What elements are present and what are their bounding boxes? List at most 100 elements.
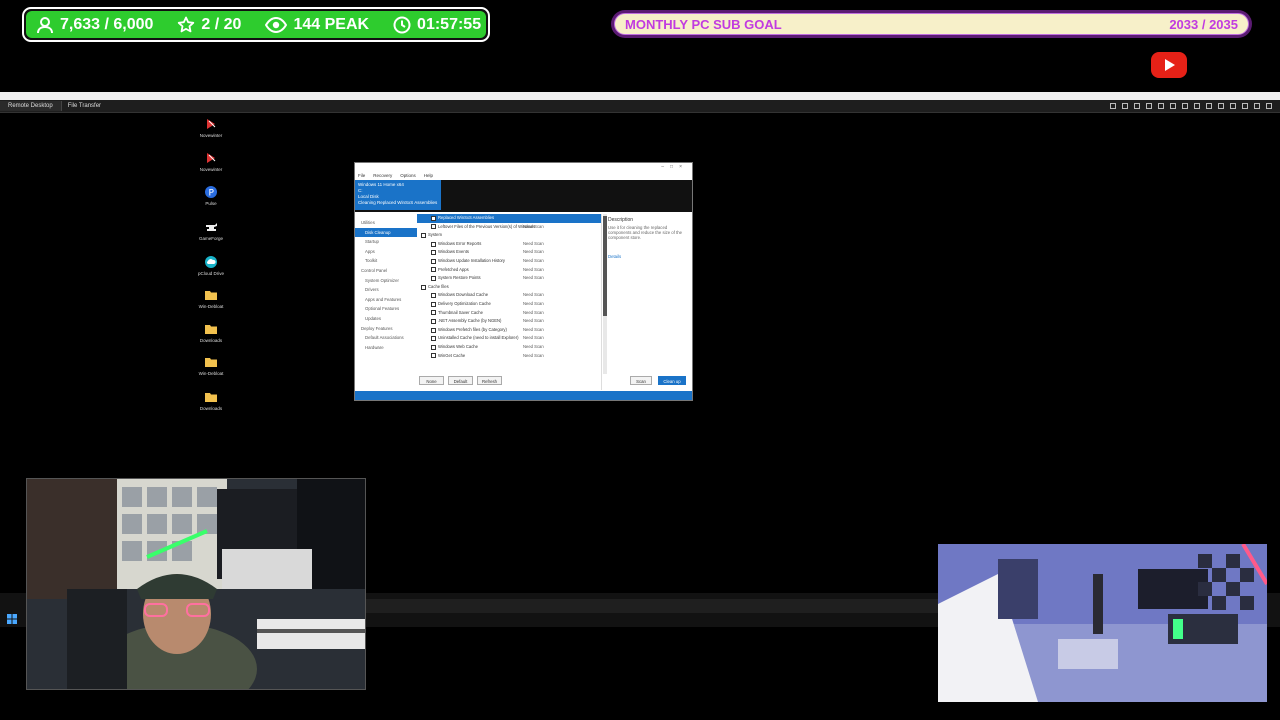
nav-item[interactable]: Utilities bbox=[355, 218, 417, 228]
toolbar-icon[interactable] bbox=[1182, 103, 1188, 109]
list-item[interactable]: System Restore Points Need Scan bbox=[417, 274, 601, 283]
default-button[interactable]: Default bbox=[448, 376, 473, 385]
details-link[interactable]: Details bbox=[608, 254, 686, 259]
nav-item[interactable]: Default Associations bbox=[355, 333, 417, 343]
list-item[interactable]: Windows Update Installation History Need … bbox=[417, 257, 601, 266]
toolbar-icon[interactable] bbox=[1266, 103, 1272, 109]
scan-button[interactable]: Scan bbox=[630, 376, 652, 385]
list-group-row[interactable]: System bbox=[417, 231, 601, 240]
list-item-status: Need Scan bbox=[523, 249, 544, 255]
tab-remote-desktop[interactable]: Remote Desktop bbox=[0, 101, 62, 111]
tab-file-transfer[interactable]: File Transfer bbox=[62, 103, 107, 109]
desktop-icon[interactable]: P Pulse bbox=[196, 185, 226, 206]
checkbox[interactable] bbox=[431, 336, 436, 342]
menu-item[interactable]: Options bbox=[400, 173, 416, 178]
nav-item[interactable]: Deploy Features bbox=[355, 324, 417, 334]
windows-start-icon[interactable] bbox=[7, 614, 17, 624]
window-controls[interactable]: –□× bbox=[661, 163, 688, 172]
checkbox[interactable] bbox=[431, 258, 436, 264]
checkbox[interactable] bbox=[431, 327, 436, 333]
list-item[interactable]: Thumbnail Saver Cache Need Scan bbox=[417, 309, 601, 318]
list-item[interactable]: Windows Events Need Scan bbox=[417, 248, 601, 257]
toolbar-icon[interactable] bbox=[1170, 103, 1176, 109]
toolbar-icon[interactable] bbox=[1230, 103, 1236, 109]
list-item[interactable]: Uninstalled Cache (need to install Explo… bbox=[417, 334, 601, 343]
checkbox[interactable] bbox=[431, 310, 436, 316]
list-item-label: Prefetched Apps bbox=[438, 266, 469, 272]
checkbox[interactable] bbox=[421, 284, 426, 290]
list-item[interactable]: .NET Assembly Cache (by NGEN) Need Scan bbox=[417, 317, 601, 326]
desktop-icon[interactable]: Novewinter bbox=[196, 117, 226, 138]
toolbar-icon[interactable] bbox=[1158, 103, 1164, 109]
remote-window-titlebar bbox=[0, 92, 1280, 100]
nav-item[interactable]: Apps and Features bbox=[355, 295, 417, 305]
toolbar-icon[interactable] bbox=[1242, 103, 1248, 109]
desktop-icon[interactable]: Win-Debloat bbox=[196, 288, 226, 309]
remote-toolbar: Remote Desktop File Transfer bbox=[0, 100, 1280, 113]
nav-item[interactable]: Updates bbox=[355, 314, 417, 324]
checkbox[interactable] bbox=[421, 232, 426, 238]
checkbox[interactable] bbox=[431, 215, 436, 221]
nav-item[interactable]: Control Panel bbox=[355, 266, 417, 276]
checkbox[interactable] bbox=[431, 224, 436, 230]
desktop-icon-label: Downloads bbox=[199, 406, 223, 411]
nav-item[interactable]: Apps bbox=[355, 247, 417, 257]
list-item[interactable]: Windows Web Cache Need Scan bbox=[417, 343, 601, 352]
toolbar-icon[interactable] bbox=[1206, 103, 1212, 109]
checkbox[interactable] bbox=[431, 301, 436, 307]
list-item[interactable]: Delivery Optimization Cache Need Scan bbox=[417, 300, 601, 309]
checkbox[interactable] bbox=[431, 318, 436, 324]
menu-item[interactable]: Recovery bbox=[373, 173, 392, 178]
none-button[interactable]: None bbox=[419, 376, 444, 385]
toolbar-icon[interactable] bbox=[1194, 103, 1200, 109]
menu-item[interactable]: File bbox=[358, 173, 365, 178]
toolbar-icon[interactable] bbox=[1122, 103, 1128, 109]
nav-item[interactable]: Disk Cleanup bbox=[355, 227, 417, 238]
nav-item[interactable]: System Optimizer bbox=[355, 276, 417, 286]
desktop-icon[interactable]: Downloads bbox=[196, 322, 226, 343]
list-scrollbar[interactable] bbox=[603, 214, 607, 374]
nav-item[interactable]: Drivers bbox=[355, 285, 417, 295]
toolbar-icon[interactable] bbox=[1146, 103, 1152, 109]
toolbar-icon[interactable] bbox=[1218, 103, 1224, 109]
youtube-icon bbox=[1151, 52, 1187, 78]
checkbox[interactable] bbox=[431, 267, 436, 273]
nav-item[interactable]: Hardware bbox=[355, 343, 417, 353]
list-item-label: Windows Prefetch files (by Category) bbox=[438, 326, 507, 332]
scrollbar-thumb[interactable] bbox=[603, 216, 607, 316]
list-item-label: System bbox=[428, 232, 442, 238]
desktop-icon[interactable]: pCloud Drive bbox=[196, 255, 226, 276]
list-item[interactable]: Replaced WinSxS Assemblies bbox=[417, 214, 601, 223]
toolbar-icon[interactable] bbox=[1110, 103, 1116, 109]
remote-toolbar-icons bbox=[1110, 103, 1272, 109]
checkbox[interactable] bbox=[431, 353, 436, 359]
cleanup-button[interactable]: Clean up bbox=[658, 376, 686, 385]
list-item[interactable]: Windows Download Cache Need Scan bbox=[417, 291, 601, 300]
toolbar-icon[interactable] bbox=[1134, 103, 1140, 109]
list-item-label: Leftover Files of the Previous Version(s… bbox=[438, 223, 536, 229]
list-item[interactable]: Windows Error Reports Need Scan bbox=[417, 240, 601, 249]
desktop-icon[interactable]: GameForge bbox=[196, 220, 226, 241]
checkbox[interactable] bbox=[431, 344, 436, 350]
list-item[interactable]: Windows Prefetch files (by Category) Need… bbox=[417, 326, 601, 335]
checkbox[interactable] bbox=[431, 250, 436, 256]
menu-item[interactable]: Help bbox=[424, 173, 433, 178]
nav-item[interactable]: Toolkit bbox=[355, 256, 417, 266]
list-group-row[interactable]: Cache files bbox=[417, 283, 601, 292]
nav-item[interactable]: Optional Features bbox=[355, 304, 417, 314]
list-item[interactable]: Prefetched Apps Need Scan bbox=[417, 266, 601, 275]
list-item[interactable]: Leftover Files of the Previous Version(s… bbox=[417, 223, 601, 232]
desktop-icon[interactable]: Novewinter bbox=[196, 151, 226, 172]
description-title: Description bbox=[608, 217, 634, 223]
desktop-icon[interactable]: Downloads bbox=[196, 390, 226, 411]
refresh-button[interactable]: Refresh bbox=[477, 376, 502, 385]
list-item-label: Windows Download Cache bbox=[438, 292, 489, 298]
list-item[interactable]: WinGet Cache Need Scan bbox=[417, 352, 601, 361]
checkbox[interactable] bbox=[431, 241, 436, 247]
window-menubar: File Recovery Options Help bbox=[355, 172, 692, 180]
checkbox[interactable] bbox=[431, 275, 436, 281]
checkbox[interactable] bbox=[431, 293, 436, 299]
nav-item[interactable]: Startup bbox=[355, 237, 417, 247]
toolbar-icon[interactable] bbox=[1254, 103, 1260, 109]
desktop-icon[interactable]: Win-Debloat bbox=[196, 355, 226, 376]
